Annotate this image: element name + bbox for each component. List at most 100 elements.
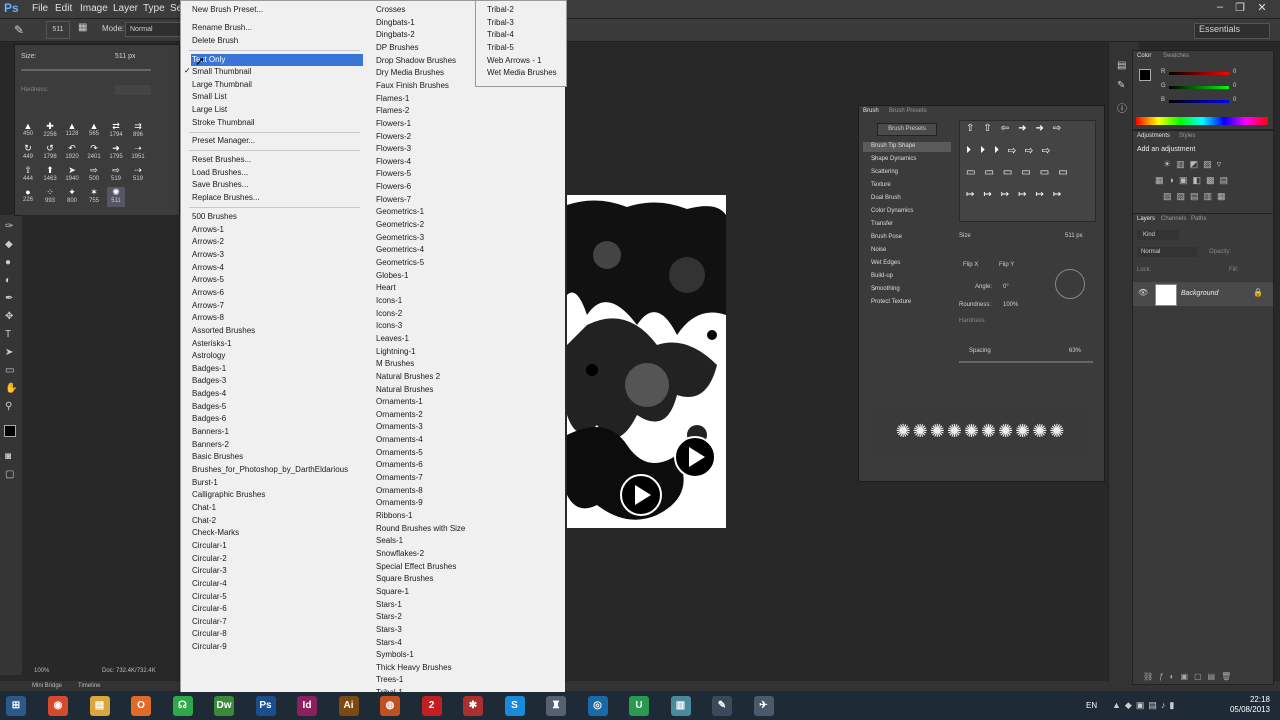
menu-library-item[interactable]: Circular-7 bbox=[192, 616, 227, 628]
g-slider[interactable] bbox=[1169, 86, 1229, 89]
angle-value[interactable]: 0° bbox=[1003, 284, 1009, 290]
info-icon[interactable]: ⓘ bbox=[1117, 100, 1127, 115]
start-icon[interactable]: ⊞ bbox=[6, 696, 26, 716]
menu-library-item[interactable]: Flames-2 bbox=[376, 105, 409, 117]
blend-mode-select[interactable]: Normal bbox=[1137, 247, 1197, 257]
menu-reset-brushes[interactable]: Reset Brushes... bbox=[192, 154, 251, 166]
menu-library-item[interactable]: Assorted Brushes bbox=[192, 325, 255, 337]
menu-image[interactable]: Image bbox=[80, 3, 108, 14]
menu-library-item[interactable]: Geometrics-5 bbox=[376, 257, 424, 269]
opt-wet-edges[interactable]: Wet Edges bbox=[871, 260, 900, 266]
tab-adjustments[interactable]: Adjustments bbox=[1137, 133, 1170, 139]
brush-thumb[interactable]: ⁘ 993 bbox=[41, 187, 59, 207]
tab-mini-bridge[interactable]: Mini Bridge bbox=[32, 683, 62, 689]
menu-library-item[interactable]: Basic Brushes bbox=[192, 451, 243, 463]
menu-library-item[interactable]: Ornaments-2 bbox=[376, 409, 423, 421]
opt-shape-dynamics[interactable]: Shape Dynamics bbox=[871, 156, 916, 162]
brush-thumb[interactable]: ➤ 1940 bbox=[63, 165, 81, 185]
firefox-icon[interactable]: ◍ bbox=[380, 696, 400, 716]
menu-library-item[interactable]: Circular-3 bbox=[192, 565, 227, 577]
tray-icons[interactable]: ▲◆▣▤♪▮ bbox=[1112, 700, 1178, 711]
menu-library-item[interactable]: Icons-1 bbox=[376, 295, 402, 307]
menu-new-brush-preset[interactable]: New Brush Preset... bbox=[192, 4, 263, 16]
color-ramp[interactable] bbox=[1136, 117, 1268, 125]
tip-icons-row4[interactable]: ↦↦↦↦↦↦ bbox=[966, 189, 1070, 200]
menu-library-item[interactable]: Drop Shadow Brushes bbox=[376, 55, 456, 67]
hand-tool-icon[interactable]: ✋ bbox=[5, 383, 17, 395]
path-tool-icon[interactable]: ✒ bbox=[5, 293, 17, 305]
menu-library-item[interactable]: Geometrics-4 bbox=[376, 244, 424, 256]
menu-library-item[interactable]: Flames-1 bbox=[376, 93, 409, 105]
menu-save-brushes[interactable]: Save Brushes... bbox=[192, 179, 248, 191]
tip-icons-row2[interactable]: ⏵⏵⏵⇨⇨⇨ bbox=[966, 145, 1059, 156]
adjustment-icons-row1[interactable]: ☀▥◩▨▿ bbox=[1163, 159, 1226, 170]
menu-library-item[interactable]: Stars-4 bbox=[376, 637, 402, 649]
menu-library-item[interactable]: Icons-3 bbox=[376, 320, 402, 332]
menu-library-item[interactable]: Web Arrows - 1 bbox=[487, 55, 542, 67]
r-value[interactable]: 0 bbox=[1233, 69, 1236, 75]
app7-icon[interactable]: ▥ bbox=[670, 696, 691, 716]
opt-noise[interactable]: Noise bbox=[871, 247, 886, 253]
document-canvas[interactable] bbox=[567, 195, 726, 528]
tip-icons-row1[interactable]: ⇧⇧⇦➜➜⇨ bbox=[966, 123, 1070, 134]
menu-library-item[interactable]: Ornaments-4 bbox=[376, 434, 423, 446]
menu-library-item[interactable]: Flowers-7 bbox=[376, 194, 411, 206]
spacing-label[interactable]: Spacing bbox=[969, 348, 991, 354]
brush-thumb[interactable]: ⬆ 1463 bbox=[41, 165, 59, 185]
menu-library-item[interactable]: Arrows-3 bbox=[192, 249, 224, 261]
move-tool-icon[interactable]: ✥ bbox=[5, 311, 17, 323]
menu-library-item[interactable]: Snowflakes-2 bbox=[376, 548, 424, 560]
pen-tool-icon[interactable]: ✑ bbox=[5, 221, 17, 233]
brush-tool-icon[interactable]: ✎ bbox=[14, 23, 24, 37]
menu-library-item[interactable]: Tribal-2 bbox=[487, 4, 514, 16]
menu-library-item[interactable]: Ornaments-7 bbox=[376, 472, 423, 484]
brush-thumb[interactable]: ↻ 449 bbox=[19, 143, 37, 163]
brush-thumb[interactable]: ⇨ 500 bbox=[85, 165, 103, 185]
menu-file[interactable]: File bbox=[32, 3, 48, 14]
menu-library-item[interactable]: Ornaments-6 bbox=[376, 459, 423, 471]
menu-library-item[interactable]: Symbols-1 bbox=[376, 649, 414, 661]
menu-library-item[interactable]: Special Effect Brushes bbox=[376, 561, 456, 573]
app8-icon[interactable]: ✎ bbox=[712, 696, 732, 716]
browser-icon[interactable]: O bbox=[131, 696, 151, 716]
g-value[interactable]: 0 bbox=[1233, 83, 1236, 89]
chrome-icon[interactable]: ◉ bbox=[48, 696, 68, 716]
menu-replace-brushes[interactable]: Replace Brushes... bbox=[192, 192, 260, 204]
menu-library-item[interactable]: Ornaments-1 bbox=[376, 396, 423, 408]
menu-type[interactable]: Type bbox=[143, 3, 165, 14]
opt-dual-brush[interactable]: Dual Brush bbox=[871, 195, 901, 201]
tip-icons-row3[interactable]: ▭▭▭▭▭▭ bbox=[966, 167, 1077, 178]
menu-library-item[interactable]: Ornaments-3 bbox=[376, 421, 423, 433]
menu-library-item[interactable]: Icons-2 bbox=[376, 308, 402, 320]
menu-library-item[interactable]: Badges-4 bbox=[192, 388, 226, 400]
menu-library-item[interactable]: Ornaments-8 bbox=[376, 485, 423, 497]
app-icon[interactable]: ☊ bbox=[172, 696, 193, 716]
type-tool-icon[interactable]: T bbox=[5, 329, 17, 341]
opt-color-dynamics[interactable]: Color Dynamics bbox=[871, 208, 913, 214]
menu-library-item[interactable]: Natural Brushes bbox=[376, 384, 433, 396]
brush-thumb[interactable]: ↺ 1798 bbox=[41, 143, 59, 163]
paint-bucket-icon[interactable]: ◆ bbox=[5, 239, 17, 251]
layer-footer-icons[interactable]: ⛓ƒ◐▣▢▤🗑 bbox=[1143, 672, 1237, 681]
opt-build-up[interactable]: Build-up bbox=[871, 273, 893, 279]
menu-library-item[interactable]: Brushes_for_Photoshop_by_DarthEldarious bbox=[192, 464, 348, 476]
menu-library-item[interactable]: Round Brushes with Size bbox=[376, 523, 465, 535]
size-value[interactable]: 511 px bbox=[115, 53, 136, 60]
brush-thumb[interactable]: ⇧ 444 bbox=[19, 165, 37, 185]
brush-thumb[interactable]: ↶ 1920 bbox=[63, 143, 81, 163]
brush-thumb[interactable]: ▲ 450 bbox=[19, 121, 37, 141]
menu-large-thumbnail[interactable]: Large Thumbnail bbox=[192, 79, 252, 91]
menu-library-item[interactable]: Arrows-6 bbox=[192, 287, 224, 299]
menu-library-item[interactable]: Stars-1 bbox=[376, 599, 402, 611]
menu-library-item[interactable]: Badges-1 bbox=[192, 363, 226, 375]
photoshop-icon[interactable]: Ps bbox=[255, 696, 276, 716]
menu-library-item[interactable]: Tribal-5 bbox=[487, 42, 514, 54]
menu-small-list[interactable]: Small List bbox=[192, 91, 227, 103]
close-icon[interactable]: ✕ bbox=[1252, 1, 1272, 15]
brush-thumb[interactable]: ✚ 2256 bbox=[41, 121, 59, 141]
menu-library-item[interactable]: Crosses bbox=[376, 4, 405, 16]
menu-library-item[interactable]: Badges-6 bbox=[192, 413, 226, 425]
menu-library-item[interactable]: Arrows-5 bbox=[192, 274, 224, 286]
tab-color[interactable]: Color bbox=[1137, 53, 1151, 59]
menu-library-item[interactable]: Wet Media Brushes bbox=[487, 67, 557, 79]
